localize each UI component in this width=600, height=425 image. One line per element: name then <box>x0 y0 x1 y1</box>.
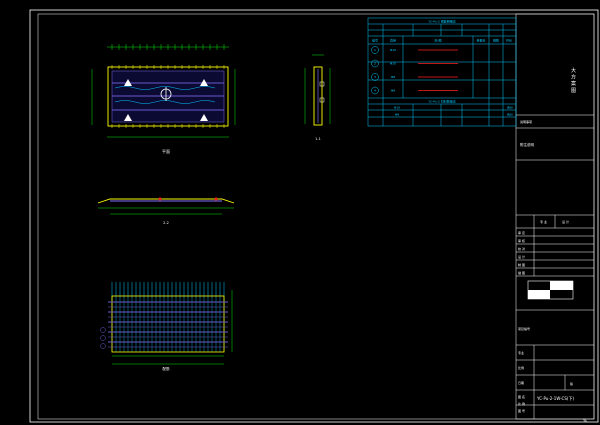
table-row: 4 Φ8 <box>371 86 458 95</box>
approval-row-label: 制 图 <box>518 262 525 267</box>
summary-label: Φ10 <box>394 106 400 110</box>
issue-label: 版 <box>570 381 573 386</box>
approval-row-label: 校 对 <box>518 246 525 251</box>
side-note: 说明事项 <box>520 119 532 124</box>
table-header-cell: 单根长 <box>476 38 485 43</box>
plan-view <box>91 44 236 138</box>
elevation-view <box>97 197 235 215</box>
table-summary: Φ10 合计 Φ8 合计 <box>394 105 513 117</box>
row-number: 2 <box>374 62 376 66</box>
bottom-label: 比 例 <box>518 401 525 406</box>
block-label: 日期 <box>518 380 524 385</box>
row-number: 4 <box>374 89 376 93</box>
row-diameter: Φ10 <box>390 62 396 66</box>
block-label: 项目编号 <box>518 326 530 331</box>
table-header-cell: 根数 <box>493 38 499 43</box>
rebar-label: 配筋 <box>163 366 170 371</box>
table-row: 2 Φ10 <box>371 59 458 68</box>
row-number: 1 <box>374 48 376 52</box>
approval-row-label: 设 计 <box>518 254 525 259</box>
side-label: 1-1 <box>315 137 321 141</box>
block-label: 比例 <box>518 365 524 370</box>
rebar-callout-circle <box>100 327 106 333</box>
title-block <box>515 13 595 420</box>
summary-label: Φ8 <box>395 113 399 117</box>
rebar-callout-circle <box>100 343 106 349</box>
side-heading: 附注说明 <box>520 142 534 147</box>
row-diameter: Φ8 <box>391 89 395 93</box>
approval-row-label: 描 图 <box>518 270 525 275</box>
rebar-schedule-table <box>367 17 517 127</box>
table-rows: 1 Φ10 2 Φ10 3 Φ8 4 Φ8 <box>371 46 458 95</box>
approval-row-label: 审 定 <box>518 230 525 235</box>
rebar-callout-circle <box>100 335 106 341</box>
header-left: 专 业 <box>540 219 547 224</box>
table-row: 3 Φ8 <box>371 73 458 81</box>
approval-row-label: 审 核 <box>518 238 525 243</box>
cad-drawing-canvas: 大 方 案 图 说明事项 附注说明 专 业 设 计 审 定审 核校 对设 计制 … <box>29 9 599 423</box>
elevation-label: 2-2 <box>163 221 169 225</box>
table-header-cell: 编号 <box>372 38 378 43</box>
plan-label: 平面 <box>162 149 170 154</box>
table-headers: 编号 直径 简 图 单根长 根数 共长 <box>372 38 512 43</box>
summary-value: 合计 <box>507 112 513 117</box>
row-diameter: Φ8 <box>391 75 395 79</box>
table-header-cell: 共长 <box>506 38 512 43</box>
table-title: YC-Pu-2 钢筋明细表 <box>428 19 455 24</box>
table-row: 1 Φ10 <box>371 46 458 54</box>
table-header-cell: 直径 <box>390 38 396 43</box>
rebar-layout-view <box>100 282 233 365</box>
summary-value: 合计 <box>507 105 513 110</box>
drawing-number: YC-Pu-2-1W-CS(下) <box>536 396 574 401</box>
header-right: 设 计 <box>562 219 569 224</box>
bottom-label: 图 号 <box>518 408 525 413</box>
side-view <box>304 54 331 126</box>
row-diameter: Φ10 <box>390 48 396 52</box>
title-logo <box>527 280 574 300</box>
sheet-number: % <box>583 418 587 423</box>
table-header-cell: 简 图 <box>435 38 442 43</box>
bottom-label: 图 名 <box>518 394 525 399</box>
block-labels: 项目编号专业比例日期图 名比 例图 号 <box>518 326 530 413</box>
table-subtitle: YC-Pu-2 材料数量表 <box>428 99 455 104</box>
block-label: 专业 <box>518 350 524 355</box>
vertical-title: 大 方 案 图 <box>570 67 576 94</box>
row-number: 3 <box>374 75 376 79</box>
